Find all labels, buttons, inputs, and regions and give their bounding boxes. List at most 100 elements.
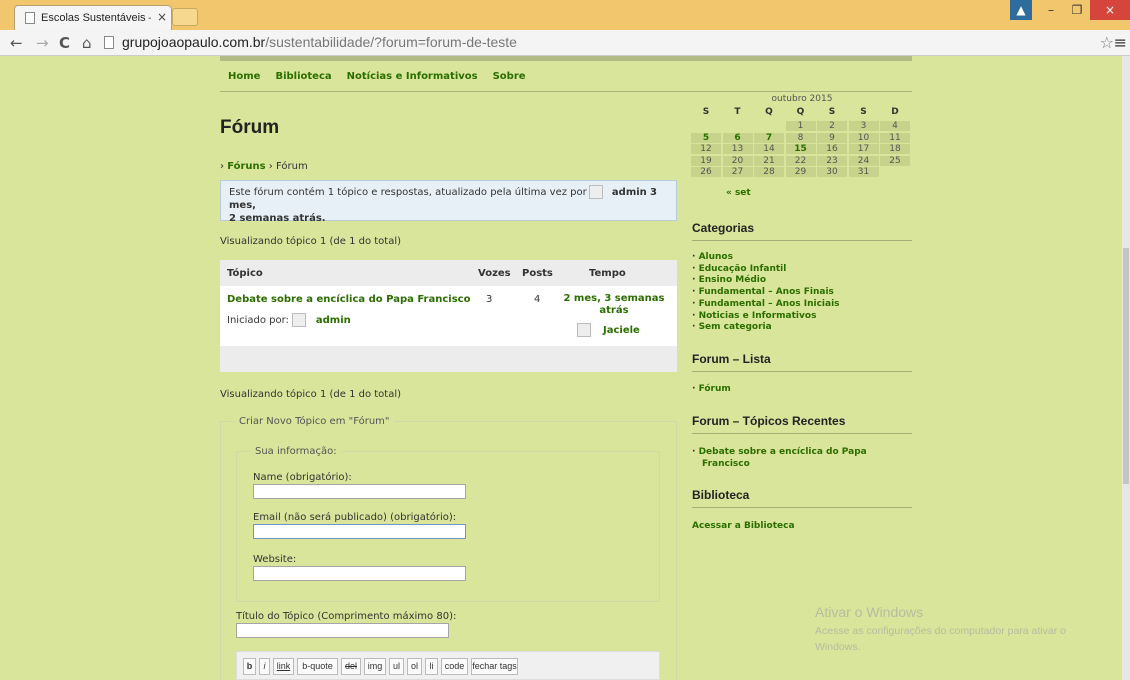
quicktag-bquote-button[interactable]: b-quote — [297, 658, 338, 675]
calendar-day[interactable]: 15 — [785, 144, 816, 154]
header-time: Tempo — [589, 268, 626, 279]
widget-divider — [692, 507, 912, 508]
freshness-line1[interactable]: 2 mes, 3 semanas — [563, 293, 664, 304]
calendar-day: 28 — [754, 167, 784, 177]
category-link[interactable]: Fundamental – Anos Iniciais — [692, 299, 840, 311]
forward-icon[interactable]: → — [36, 34, 49, 52]
freshness-line2[interactable]: atrás — [599, 305, 628, 316]
quicktags-toolbar: b i link b-quote del img ul ol li code f… — [236, 651, 660, 680]
user-icon[interactable]: ▲ — [1010, 0, 1032, 20]
url-path: /sustentabilidade/?forum=forum-de-teste — [265, 34, 517, 50]
scrollbar-thumb[interactable] — [1123, 248, 1129, 484]
last-author-link[interactable]: Jaciele — [603, 325, 640, 336]
quicktag-close-tags-button[interactable]: fechar tags — [471, 658, 518, 675]
started-by-author[interactable]: admin — [316, 315, 351, 326]
category-link[interactable]: Sem categoria — [692, 322, 840, 334]
breadcrumb-foruns-link[interactable]: Fóruns — [227, 161, 265, 172]
category-link[interactable]: Fundamental – Anos Finais — [692, 287, 840, 299]
forum-link[interactable]: Fórum — [692, 384, 731, 396]
topic-freshness-link[interactable]: 2 mes, 3 semanas atrás — [554, 293, 674, 317]
calendar-day: 27 — [722, 167, 753, 177]
tab-title: Escolas Sustentáveis – Col — [41, 12, 151, 24]
quicktag-img-button[interactable]: img — [364, 658, 386, 675]
quicktag-li-button[interactable]: li — [425, 658, 438, 675]
tab-close-icon[interactable]: × — [157, 10, 167, 24]
calendar-day: 20 — [722, 155, 753, 166]
quicktag-del-button[interactable]: del — [341, 658, 361, 675]
calendar-weekday-header: S — [702, 107, 710, 117]
notice-time-cont[interactable]: 2 semanas atrás. — [229, 213, 326, 224]
calendar-day[interactable]: 7 — [754, 132, 784, 143]
bookmark-star-icon[interactable]: ☆ — [1100, 33, 1114, 52]
maximize-button[interactable]: ❐ — [1064, 0, 1090, 20]
forum-lista-list: Fórum — [692, 384, 731, 396]
biblioteca-title: Biblioteca — [692, 488, 750, 502]
calendar-day: 29 — [785, 167, 816, 177]
quicktag-code-button[interactable]: code — [441, 658, 468, 675]
biblioteca-link[interactable]: Acessar a Biblioteca — [692, 521, 795, 531]
email-label: Email (não será publicado) (obrigatório)… — [253, 512, 457, 523]
close-window-button[interactable]: × — [1090, 0, 1130, 20]
reload-icon[interactable]: C — [59, 34, 70, 52]
minimize-button[interactable]: – — [1038, 0, 1064, 20]
topic-posts: 4 — [534, 294, 541, 305]
quicktag-ul-button[interactable]: ul — [389, 658, 404, 675]
notice-text: Este fórum contém 1 tópico e respostas, … — [229, 187, 587, 198]
calendar-prev-link[interactable]: « set — [726, 188, 751, 198]
avatar — [588, 185, 603, 199]
calendar-day: 26 — [691, 167, 721, 177]
viewing-count-bottom: Visualizando tópico 1 (de 1 do total) — [220, 389, 402, 400]
page-title: Fórum — [220, 117, 280, 138]
nav-sobre[interactable]: Sobre — [493, 71, 526, 82]
nav-home[interactable]: Home — [228, 71, 260, 82]
category-link[interactable]: Noticias e Informativos — [692, 311, 840, 323]
calendar-day[interactable]: 5 — [691, 132, 721, 143]
main-nav: Home Biblioteca Notícias e Informativos … — [228, 71, 526, 82]
scrollbar[interactable] — [1122, 56, 1130, 680]
browser-toolbar: ← → C ⌂ grupojoaopaulo.com.br/sustentabi… — [0, 30, 1130, 56]
breadcrumb-separator: › — [268, 161, 273, 172]
category-link[interactable]: Ensino Médio — [692, 275, 840, 287]
breadcrumb-separator: › — [220, 161, 224, 172]
widget-divider — [692, 433, 912, 434]
new-topic-legend: Criar Novo Tópico em "Fórum" — [239, 416, 390, 427]
windows-activation-watermark: Ativar o Windows Acesse as configurações… — [815, 604, 1115, 655]
website-label: Website: — [253, 554, 297, 565]
calendar-day: 18 — [880, 144, 910, 154]
notice-author[interactable]: admin — [612, 187, 647, 198]
last-post-author: Jaciele — [577, 323, 640, 337]
new-tab-button[interactable] — [172, 8, 198, 26]
nav-noticias[interactable]: Notícias e Informativos — [347, 71, 478, 82]
topics-table-header: Tópico Vozes Posts Tempo — [220, 260, 677, 286]
topic-title-field[interactable] — [236, 623, 449, 638]
back-icon[interactable]: ← — [10, 34, 23, 52]
calendar-weekday-header: Q — [796, 107, 805, 117]
menu-icon[interactable]: ≡ — [1114, 33, 1127, 52]
calendar-day[interactable]: 6 — [722, 132, 753, 143]
browser-tab[interactable]: Escolas Sustentáveis – Col × — [14, 5, 172, 30]
email-field[interactable] — [253, 524, 466, 539]
topics-table-footer — [220, 346, 677, 372]
recent-topic-link[interactable]: Debate sobre a encíclica do Papa — [692, 447, 867, 459]
calendar-weekday-header: S — [828, 107, 836, 117]
name-field[interactable] — [253, 484, 466, 499]
home-icon[interactable]: ⌂ — [82, 34, 92, 52]
url-text: grupojoaopaulo.com.br/sustentabilidade/?… — [122, 34, 517, 50]
topic-title-link[interactable]: Debate sobre a encíclica do Papa Francis… — [227, 294, 470, 305]
recent-topic-link-cont[interactable]: Francisco — [702, 459, 750, 469]
nav-biblioteca[interactable]: Biblioteca — [275, 71, 331, 82]
calendar-weekday-header: Q — [765, 107, 773, 117]
category-link[interactable]: Educação Infantil — [692, 264, 840, 276]
quicktag-ol-button[interactable]: ol — [407, 658, 422, 675]
calendar-day: 13 — [722, 144, 753, 154]
topic-title-label: Título do Tópico (Comprimento máximo 80)… — [236, 611, 457, 622]
categorias-title: Categorias — [692, 221, 755, 235]
website-field[interactable] — [253, 566, 466, 581]
category-link[interactable]: Alunos — [692, 252, 840, 264]
header-voices: Vozes — [478, 268, 511, 279]
address-bar[interactable]: grupojoaopaulo.com.br/sustentabilidade/?… — [100, 33, 1100, 53]
quicktag-italic-button[interactable]: i — [259, 658, 270, 675]
quicktag-link-button[interactable]: link — [273, 658, 294, 675]
quicktag-bold-button[interactable]: b — [243, 658, 256, 675]
avatar — [291, 313, 306, 327]
